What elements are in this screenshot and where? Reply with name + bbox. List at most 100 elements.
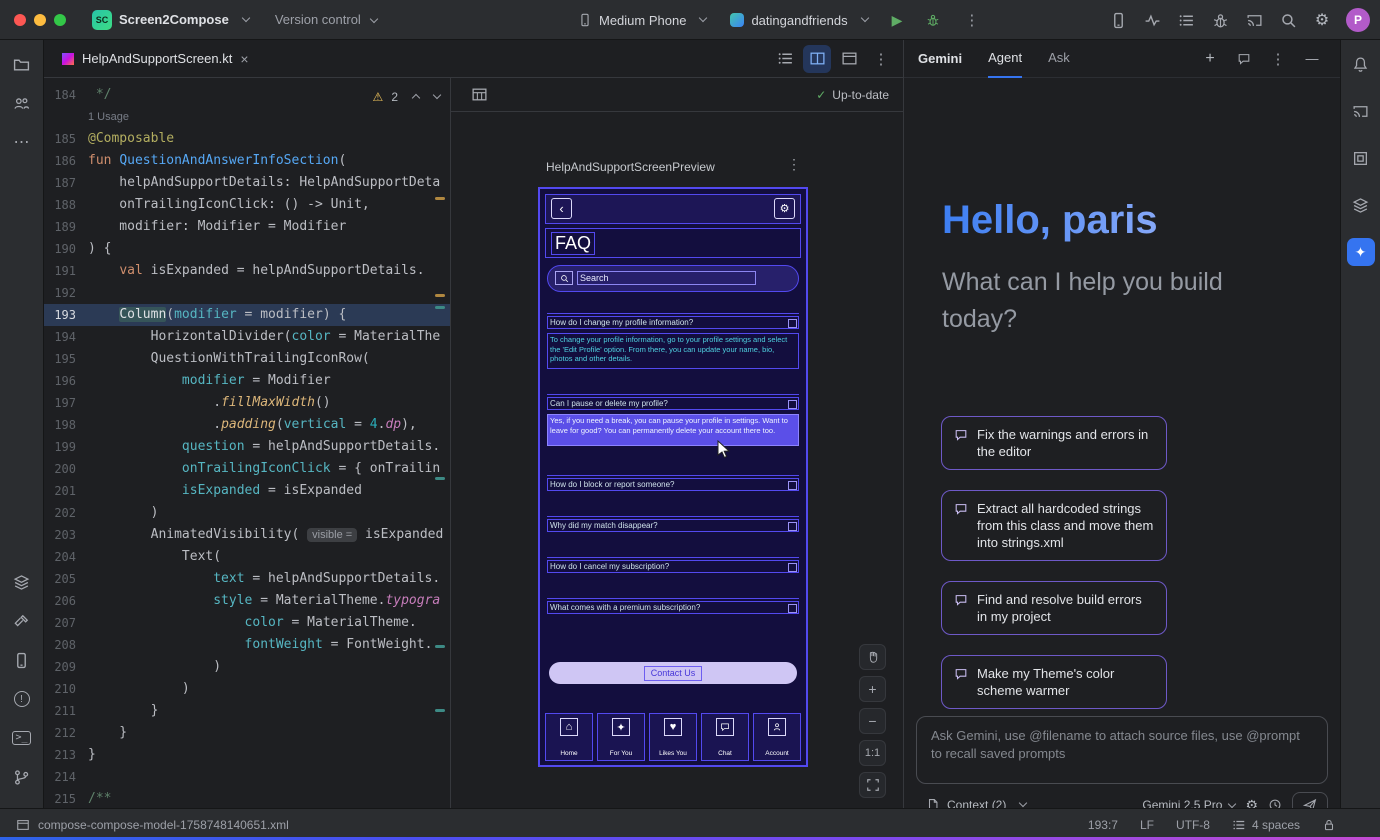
debug-button[interactable] <box>926 13 940 27</box>
design-view-button[interactable] <box>835 45 863 73</box>
suggestion-card[interactable]: Find and resolve build errors in my proj… <box>941 581 1167 635</box>
code-line[interactable]: 186fun QuestionAndAnswerInfoSection( <box>44 150 450 172</box>
editor-tab[interactable]: HelpAndSupportScreen.kt × <box>52 40 259 78</box>
pan-tool-button[interactable] <box>859 644 886 670</box>
code-line[interactable]: 191 val isExpanded = helpAndSupportDetai… <box>44 260 450 282</box>
gemini-options-button[interactable]: ⋮ <box>1264 45 1292 73</box>
run-button[interactable]: ▶ <box>892 12 903 29</box>
zoom-in-button[interactable]: + <box>859 676 886 702</box>
zoom-reset-button[interactable]: 1:1 <box>859 740 886 766</box>
code-line[interactable]: 197 .fillMaxWidth() <box>44 392 450 414</box>
code-line[interactable]: 213} <box>44 744 450 766</box>
search-everywhere-button[interactable] <box>1274 6 1302 34</box>
code-line[interactable]: 207 color = MaterialTheme. <box>44 612 450 634</box>
resource-manager-toolwindow-button[interactable] <box>6 566 38 598</box>
suggestion-card[interactable]: Make my Theme's color scheme warmer <box>941 655 1167 709</box>
code-line[interactable]: 192 <box>44 282 450 304</box>
gemini-prompt-input[interactable]: Ask Gemini, use @filename to attach sour… <box>916 716 1328 784</box>
code-line[interactable]: 202 ) <box>44 502 450 524</box>
split-view-button[interactable] <box>803 45 831 73</box>
task-list-button[interactable] <box>1172 6 1200 34</box>
pair-devices-button[interactable] <box>1104 6 1132 34</box>
build-toolwindow-button[interactable] <box>6 605 38 637</box>
gemini-toolwindow-button[interactable]: ✦ <box>1345 236 1377 268</box>
version-control-toolwindow-button[interactable] <box>6 761 38 793</box>
code-line[interactable]: 195 QuestionWithTrailingIconRow( <box>44 348 450 370</box>
code-line[interactable]: 205 text = helpAndSupportDetails. <box>44 568 450 590</box>
terminal-toolwindow-button[interactable]: >_ <box>6 722 38 754</box>
code-line[interactable]: 196 modifier = Modifier <box>44 370 450 392</box>
code-line[interactable]: 201 isExpanded = isExpanded <box>44 480 450 502</box>
code-line[interactable]: 215/** <box>44 788 450 808</box>
tab-ask[interactable]: Ask <box>1048 40 1070 78</box>
chat-history-button[interactable] <box>1230 45 1258 73</box>
code-line[interactable]: 208 fontWeight = FontWeight. <box>44 634 450 656</box>
code-line[interactable]: 203 AnimatedVisibility( visible = isExpa… <box>44 524 450 546</box>
compose-preview-phone[interactable]: ‹ ⚙ FAQ Search How do I change my profil… <box>538 187 808 767</box>
more-toolwindows-button[interactable]: ⋯ <box>6 126 38 158</box>
statusbar-file-name[interactable]: compose-compose-model-1758748140651.xml <box>38 818 289 832</box>
code-line[interactable]: 188 onTrailingIconClick: () -> Unit, <box>44 194 450 216</box>
settings-button[interactable]: ⚙ <box>1308 6 1336 34</box>
code-line[interactable]: 212 } <box>44 722 450 744</box>
vcs-widget[interactable]: Version control <box>275 12 378 27</box>
project-switcher[interactable]: SC Screen2Compose <box>92 10 249 30</box>
previous-issue-button[interactable] <box>412 94 420 102</box>
code-line[interactable]: 210 ) <box>44 678 450 700</box>
run-configuration[interactable]: datingandfriends <box>730 13 867 28</box>
code-line[interactable]: 198 .padding(vertical = 4.dp), <box>44 414 450 436</box>
hide-panel-button[interactable]: — <box>1298 45 1326 73</box>
profiler-button[interactable] <box>1138 6 1166 34</box>
new-chat-button[interactable]: + <box>1196 45 1224 73</box>
code-view-button[interactable] <box>771 45 799 73</box>
preview-options-button[interactable]: ⋮ <box>787 156 801 173</box>
user-avatar[interactable]: P <box>1346 8 1370 32</box>
preview-canvas[interactable]: HelpAndSupportScreenPreview ⋮ ‹ ⚙ FAQ Se… <box>451 112 903 808</box>
read-only-toggle[interactable] <box>1322 818 1336 832</box>
code-line[interactable]: 204 Text( <box>44 546 450 568</box>
more-run-options-button[interactable]: ⋮ <box>964 11 979 29</box>
device-manager-toolwindow-button[interactable] <box>6 644 38 676</box>
minimize-window-button[interactable] <box>34 14 46 26</box>
inspections-widget[interactable]: ⚠ 2 <box>373 86 440 108</box>
code-line[interactable]: 194 HorizontalDivider(color = MaterialTh… <box>44 326 450 348</box>
code-line[interactable]: 214 <box>44 766 450 788</box>
suggestion-card[interactable]: Fix the warnings and errors in the edito… <box>941 416 1167 470</box>
code-line[interactable]: 187 helpAndSupportDetails: HelpAndSuppor… <box>44 172 450 194</box>
zoom-out-button[interactable]: − <box>859 708 886 734</box>
code-line[interactable]: 200 onTrailingIconClick = { onTrailin <box>44 458 450 480</box>
code-line[interactable]: 185@Composable <box>44 128 450 150</box>
zoom-to-fit-button[interactable] <box>859 772 886 798</box>
line-separator[interactable]: LF <box>1140 818 1154 832</box>
code-line[interactable]: 199 question = helpAndSupportDetails. <box>44 436 450 458</box>
suggestion-card[interactable]: Extract all hardcoded strings from this … <box>941 490 1167 561</box>
code-line[interactable]: 190) { <box>44 238 450 260</box>
code-line[interactable]: 209 ) <box>44 656 450 678</box>
tab-agent[interactable]: Agent <box>988 40 1022 78</box>
notifications-button[interactable] <box>1345 48 1377 80</box>
code-line[interactable]: 1 Usage <box>44 106 450 128</box>
maximize-window-button[interactable] <box>54 14 66 26</box>
close-tab-button[interactable]: × <box>240 51 248 67</box>
indent-setting[interactable]: 4 spaces <box>1232 818 1300 832</box>
app-inspection-button[interactable] <box>1206 6 1234 34</box>
problems-toolwindow-button[interactable]: ! <box>6 683 38 715</box>
running-devices-toolwindow-button[interactable] <box>1345 189 1377 221</box>
code-line[interactable]: 189 modifier: Modifier = Modifier <box>44 216 450 238</box>
layout-inspector-toolwindow-button[interactable] <box>1345 142 1377 174</box>
close-window-button[interactable] <box>14 14 26 26</box>
project-toolwindow-button[interactable] <box>6 48 38 80</box>
code-editor[interactable]: 184 */1 Usage185@Composable186fun Questi… <box>44 78 450 808</box>
device-explorer-toolwindow-button[interactable] <box>1345 95 1377 127</box>
editor-options-button[interactable]: ⋮ <box>867 45 895 73</box>
code-line[interactable]: 193 Column(modifier = modifier) { <box>44 304 450 326</box>
device-selector[interactable]: Medium Phone <box>578 13 706 28</box>
code-line[interactable]: 211 } <box>44 700 450 722</box>
code-line[interactable]: 206 style = MaterialTheme.typogra <box>44 590 450 612</box>
device-mirroring-button[interactable] <box>1240 6 1268 34</box>
caret-position[interactable]: 193:7 <box>1088 818 1118 832</box>
preview-grid-mode-button[interactable] <box>465 81 493 109</box>
next-issue-button[interactable] <box>433 91 441 99</box>
pull-requests-toolwindow-button[interactable] <box>6 87 38 119</box>
file-encoding[interactable]: UTF-8 <box>1176 818 1210 832</box>
